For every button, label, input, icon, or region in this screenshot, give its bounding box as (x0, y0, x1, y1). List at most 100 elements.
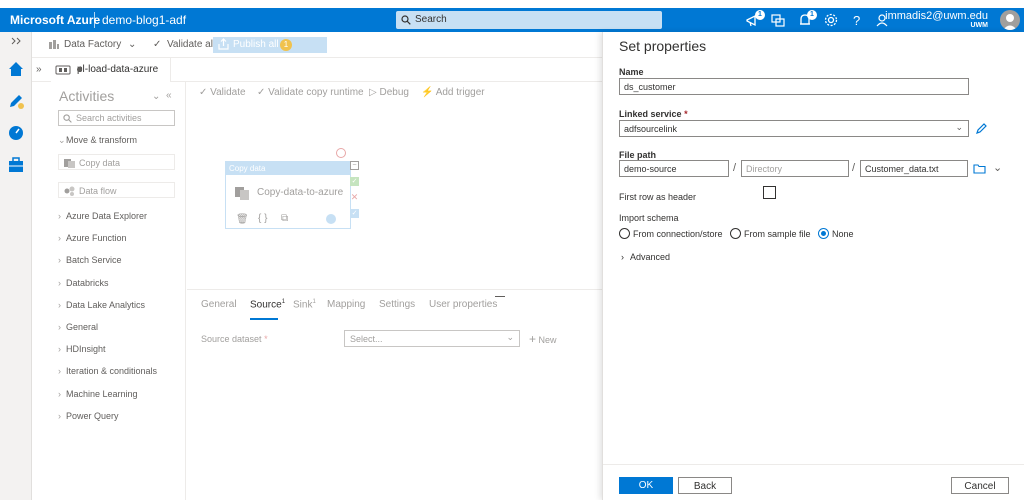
chevron-down-icon: ⌄ (955, 122, 963, 132)
category-general[interactable]: › General (58, 322, 98, 332)
author-pencil-icon[interactable] (7, 92, 25, 110)
category-data-lake-analytics[interactable]: › Data Lake Analytics (58, 300, 145, 310)
chevron-down-icon[interactable]: ⌄ (128, 39, 136, 50)
feedback-notification-icon[interactable]: 1 (745, 10, 765, 28)
category-move-transform[interactable]: ⌄Move & transform (58, 135, 137, 146)
path-separator: / (733, 162, 737, 174)
import-schema-label: Import schema (619, 213, 679, 223)
first-row-header-checkbox[interactable] (763, 186, 776, 199)
failure-connector-icon[interactable]: ✕ (350, 193, 359, 202)
clone-icon[interactable]: ⧉ (281, 213, 288, 224)
back-button[interactable]: Back (678, 477, 732, 494)
category-power-query[interactable]: › Power Query (58, 411, 119, 421)
new-dataset-button[interactable]: + New (529, 332, 557, 346)
advanced-expander[interactable]: › Advanced (621, 252, 670, 262)
category-iteration-conditionals[interactable]: › Iteration & conditionals (58, 366, 157, 376)
radio-none[interactable]: None (818, 228, 854, 239)
pipeline-icon (55, 64, 71, 76)
tab-user-properties[interactable]: User properties (429, 299, 497, 310)
file-path-directory-input[interactable]: Directory (741, 160, 849, 177)
category-azure-function[interactable]: › Azure Function (58, 233, 127, 243)
node-header: Copy data (226, 162, 350, 175)
skip-handle-icon[interactable] (336, 148, 346, 158)
validate-all-icon: ✓ (153, 39, 162, 50)
file-path-label: File path (619, 150, 657, 160)
expand-rail-icon[interactable] (7, 36, 25, 46)
validate-runtime-button[interactable]: ✓ Validate copy runtime (257, 87, 364, 98)
azure-brand[interactable]: Microsoft Azure (10, 13, 100, 27)
activity-copy-data[interactable]: Copy data (58, 154, 175, 170)
category-hdinsight[interactable]: › HDInsight (58, 344, 106, 354)
bell-icon[interactable]: 1 (797, 10, 817, 28)
chevron-right-icon: › (58, 233, 61, 243)
help-icon[interactable]: ? (849, 12, 865, 28)
source-dataset-select[interactable]: Select... ⌄ (344, 330, 520, 347)
delete-icon[interactable]: 🗑 (236, 214, 249, 225)
copy-data-activity-node[interactable]: Copy data Copy-data-to-azure 🗑 { } ⧉ (225, 161, 351, 229)
tab-mapping[interactable]: Mapping (327, 299, 365, 310)
radio-dot-selected (818, 228, 829, 239)
gear-icon[interactable] (823, 12, 839, 28)
left-nav-rail (0, 32, 32, 500)
avatar[interactable] (1000, 10, 1020, 30)
manage-toolbox-icon[interactable] (7, 156, 25, 174)
publish-all-button[interactable]: Publish all 1 (213, 37, 327, 53)
chevron-down-icon[interactable]: ⌄ (993, 161, 1002, 174)
tab-source-underline (250, 318, 278, 320)
collapse-all-icon[interactable]: ⌄ (152, 91, 160, 102)
activity-data-flow[interactable]: Data flow (58, 182, 175, 198)
user-org: UWM (970, 22, 989, 29)
file-path-file-input[interactable]: Customer_data.txt (860, 160, 968, 177)
folder-browse-icon[interactable] (973, 163, 986, 174)
ok-button[interactable]: OK (619, 477, 673, 494)
activities-search-input[interactable]: Search activities (58, 110, 175, 126)
success-connector-icon[interactable]: ✓ (350, 177, 359, 186)
validate-button[interactable]: ✓ Validate (199, 87, 246, 98)
chevron-down-icon: ⌄ (506, 332, 514, 342)
dataset-name-input[interactable]: ds_customer (619, 78, 969, 95)
path-separator: / (852, 162, 856, 174)
monitor-icon[interactable] (7, 124, 25, 142)
chevron-right-icon: › (621, 252, 624, 262)
search-placeholder: Search (415, 14, 447, 25)
pipeline-tab-row: » pl-load-data-azure (32, 58, 602, 82)
radio-from-connection[interactable]: From connection/store (619, 228, 723, 239)
home-icon[interactable] (7, 60, 25, 78)
first-row-header-label: First row as header (619, 192, 697, 202)
linked-service-select[interactable]: adfsourcelink ⌄ (619, 120, 969, 137)
tab-sink[interactable]: Sink1 (293, 299, 316, 310)
tab-pipeline[interactable]: pl-load-data-azure (51, 58, 171, 82)
user-account[interactable]: immadis2@uwm.edu UWM (885, 10, 988, 29)
tab-general[interactable]: General (201, 299, 237, 310)
category-machine-learning[interactable]: › Machine Learning (58, 389, 138, 399)
add-output-icon[interactable] (326, 214, 336, 224)
file-path-container-input[interactable]: demo-source (619, 160, 729, 177)
category-batch-service[interactable]: › Batch Service (58, 255, 122, 265)
tab-settings[interactable]: Settings (379, 299, 415, 310)
category-databricks[interactable]: › Databricks (58, 278, 109, 288)
debug-button[interactable]: ▷ Debug (369, 87, 409, 98)
upload-icon (218, 38, 229, 50)
global-search-input[interactable]: Search (396, 11, 662, 29)
edit-linked-service-icon[interactable] (975, 121, 987, 135)
data-factory-dropdown[interactable]: Data Factory (64, 39, 121, 50)
skipped-connector-icon[interactable]: ~ (350, 161, 359, 170)
svg-text:?: ? (853, 13, 860, 28)
collapse-resources-icon[interactable]: » (36, 64, 42, 75)
tab-source[interactable]: Source1 (250, 299, 285, 310)
radio-from-sample-file[interactable]: From sample file (730, 228, 811, 239)
copy-data-icon (64, 159, 75, 168)
chevron-right-icon: › (58, 344, 61, 354)
switch-directory-icon[interactable] (770, 12, 786, 28)
factory-toolbar: Data Factory ⌄ ✓ Validate all Publish al… (32, 32, 602, 58)
category-azure-data-explorer[interactable]: › Azure Data Explorer (58, 211, 147, 221)
factory-name[interactable]: demo-blog1-adf (102, 13, 186, 27)
validate-all-button[interactable]: Validate all (167, 39, 215, 50)
add-trigger-button[interactable]: ⚡ Add trigger (421, 87, 485, 98)
source-dataset-label: Source dataset * (201, 334, 268, 344)
cancel-button[interactable]: Cancel (951, 477, 1009, 494)
collapse-pane-icon[interactable]: « (166, 90, 172, 101)
completion-connector-icon[interactable]: ✓ (350, 209, 359, 218)
top-bar: Microsoft Azure demo-blog1-adf Search 1 … (0, 8, 1024, 32)
code-icon[interactable]: { } (258, 213, 267, 224)
